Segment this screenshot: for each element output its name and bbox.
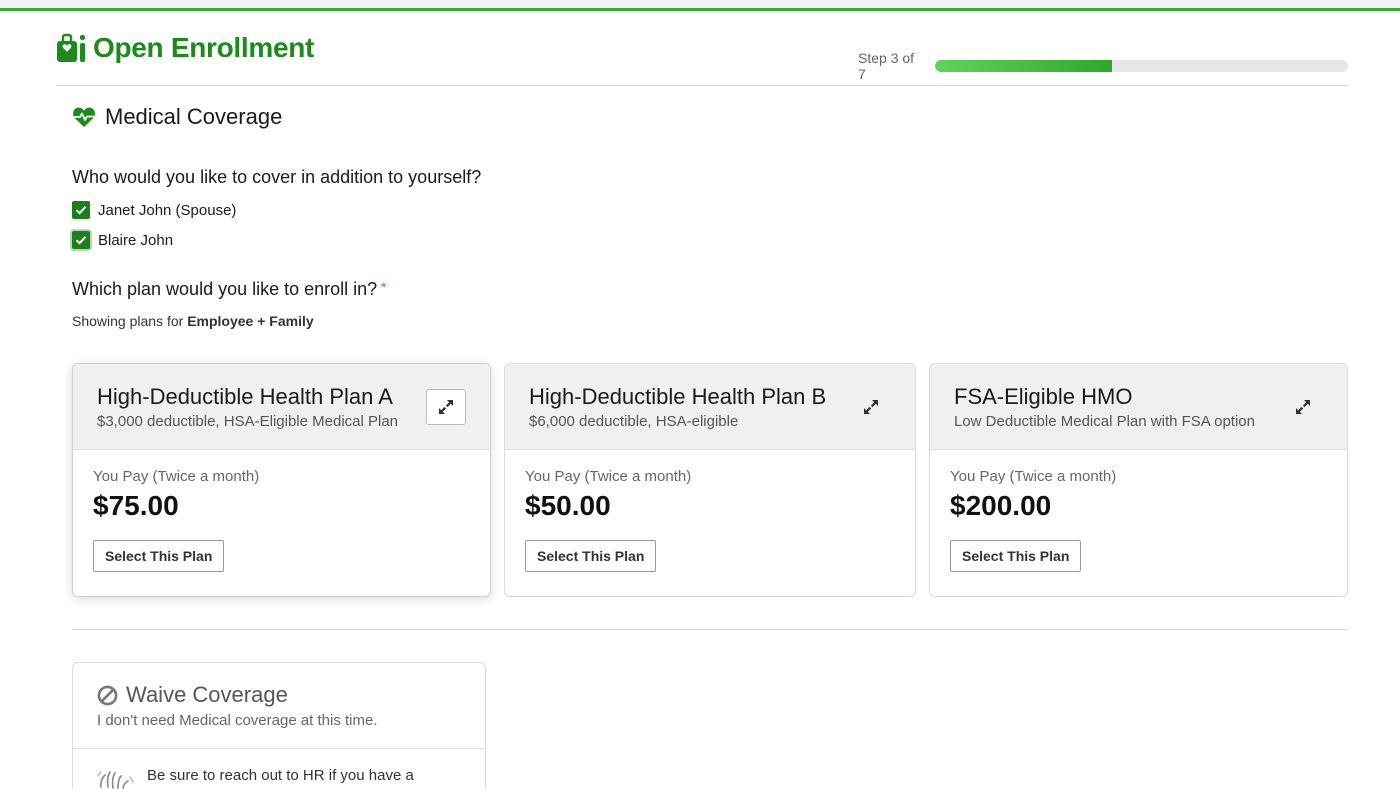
pay-amount: $200.00 — [950, 490, 1052, 521]
plan-card-header: High-Deductible Health Plan B $6,000 ded… — [505, 364, 915, 450]
progress-fill — [934, 60, 1113, 72]
pay-label: You Pay (Twice a month) — [93, 468, 260, 485]
select-plan-button[interactable]: Select This Plan — [950, 540, 1082, 572]
plan-card-header: High-Deductible Health Plan A $3,000 ded… — [73, 364, 490, 450]
plan-question-text: Which plan would you like to enroll in? — [72, 279, 378, 299]
expand-icon — [1296, 400, 1310, 414]
plan-card-body: You Pay (Twice a month) $50.00 Select Th… — [505, 450, 915, 572]
checkbox-label: Janet John (Spouse) — [98, 201, 237, 219]
plan-question: Which plan would you like to enroll in? * — [72, 279, 387, 300]
step-label: Step 3 of 7 — [858, 50, 915, 82]
dependent-checkbox-spouse[interactable]: Janet John (Spouse) — [72, 201, 236, 219]
header: Open Enrollment Step 3 of 7 — [56, 30, 1348, 86]
app-logo: Open Enrollment — [56, 32, 314, 64]
ban-icon — [97, 685, 118, 705]
required-marker: * — [381, 279, 387, 295]
dependents-question: Who would you like to cover in addition … — [72, 167, 482, 187]
pay-amount: $50.00 — [525, 490, 611, 521]
plan-card-header: FSA-Eligible HMO Low Deductible Medical … — [930, 364, 1347, 450]
pay-amount: $75.00 — [93, 490, 179, 521]
plan-card-fsa-hmo[interactable]: FSA-Eligible HMO Low Deductible Medical … — [929, 363, 1348, 597]
waive-coverage-card[interactable]: Waive Coverage I don't need Medical cove… — [72, 662, 486, 789]
progress-bar — [934, 60, 1348, 72]
section-heading: Medical Coverage — [72, 104, 282, 130]
app-title: Open Enrollment — [93, 32, 315, 63]
expand-icon — [864, 400, 878, 414]
plan-card-hdhp-a[interactable]: High-Deductible Health Plan A $3,000 ded… — [72, 363, 491, 597]
heart-pulse-icon — [73, 107, 95, 127]
plan-card-hdhp-b[interactable]: High-Deductible Health Plan B $6,000 ded… — [504, 363, 916, 597]
waive-subtitle: I don't need Medical coverage at this ti… — [97, 712, 378, 729]
waive-card-header: Waive Coverage I don't need Medical cove… — [73, 663, 485, 749]
checkbox-label: Blaire John — [98, 231, 174, 249]
top-accent-bar — [0, 0, 1400, 11]
coverage-tier-note: Showing plans for Employee + Family — [72, 313, 314, 329]
expand-plan-button[interactable] — [1283, 389, 1323, 425]
plan-card-body: You Pay (Twice a month) $75.00 Select Th… — [73, 450, 490, 572]
section-divider — [72, 629, 1348, 630]
expand-icon — [439, 400, 453, 414]
pay-label: You Pay (Twice a month) — [525, 468, 692, 485]
pay-label: You Pay (Twice a month) — [950, 468, 1117, 485]
waive-card-body: Be sure to reach out to HR if you have a — [73, 749, 485, 789]
plan-card-body: You Pay (Twice a month) $200.00 Select T… — [930, 450, 1347, 572]
waving-hand-icon — [97, 771, 134, 789]
section-title: Medical Coverage — [105, 104, 283, 129]
select-plan-button[interactable]: Select This Plan — [525, 540, 657, 572]
dependent-checkbox-child[interactable]: Blaire John — [72, 231, 173, 249]
step-progress: Step 3 of 7 — [858, 50, 1348, 82]
showing-prefix: Showing plans for — [72, 313, 184, 329]
checkmark-icon — [75, 236, 87, 245]
waive-title: Waive Coverage — [126, 682, 288, 707]
expand-plan-button[interactable] — [426, 389, 466, 425]
waive-title-row: Waive Coverage — [97, 682, 485, 708]
checkbox-checked[interactable] — [72, 231, 90, 249]
waive-note: Be sure to reach out to HR if you have a — [147, 767, 414, 784]
checkmark-icon — [75, 206, 87, 215]
select-plan-button[interactable]: Select This Plan — [93, 540, 225, 572]
checkbox-checked[interactable] — [72, 201, 90, 219]
coverage-tier: Employee + Family — [187, 313, 314, 329]
expand-plan-button[interactable] — [851, 389, 891, 425]
medical-bag-icon — [57, 33, 86, 62]
